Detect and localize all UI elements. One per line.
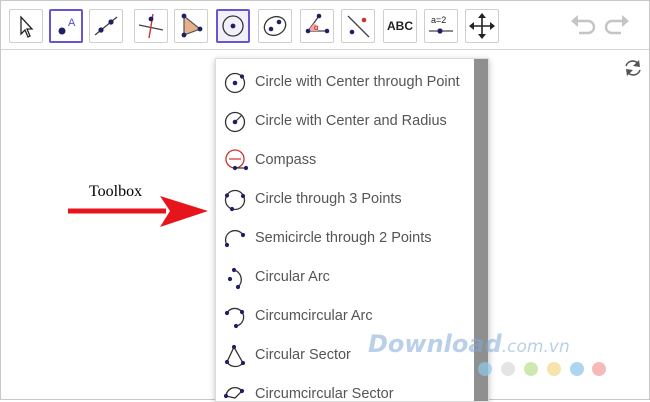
menu-item-circumcircular-sector[interactable]: Circumcircular Sector (216, 375, 474, 401)
menu-item-circle-center-point[interactable]: Circle with Center through Point (216, 63, 474, 102)
ellipse-icon (263, 15, 287, 37)
move-graphics-view-tool[interactable] (465, 9, 499, 43)
point-tool[interactable]: A (49, 9, 83, 43)
compass-icon (225, 149, 248, 171)
move-tool[interactable] (9, 9, 43, 43)
semicircle-icon (224, 229, 246, 248)
arrow-pointer-icon (20, 15, 34, 38)
line-tool[interactable] (89, 9, 123, 43)
watermark-suffix: .com.vn (501, 337, 570, 357)
circumcircular-sector-icon (223, 387, 245, 399)
toolbar: A α ABC a=2 (1, 1, 649, 50)
circle-three-points-icon (224, 189, 246, 212)
line-through-points-icon (94, 16, 118, 36)
menu-item-label: Circle through 3 Points (255, 191, 402, 207)
menu-item-circular-arc[interactable]: Circular Arc (216, 258, 474, 297)
circle-center-radius-icon (224, 111, 246, 133)
menu-item-circle-three-points[interactable]: Circle through 3 Points (216, 180, 474, 219)
angle-tool[interactable]: α (300, 9, 334, 43)
watermark-brand: Download (368, 330, 502, 358)
ellipse-tool[interactable] (258, 9, 292, 43)
undo-icon (571, 15, 596, 35)
angle-icon: α (305, 13, 330, 34)
watermark-dots (478, 362, 606, 376)
redo-icon (604, 15, 629, 35)
menu-item-label: Circular Arc (255, 269, 330, 285)
menu-item-label: Circular Sector (255, 347, 351, 363)
menu-item-compass[interactable]: Compass (216, 141, 474, 180)
svg-text:a=2: a=2 (431, 15, 446, 25)
circle-center-point-tool[interactable] (216, 9, 250, 43)
menu-item-circle-center-radius[interactable]: Circle with Center and Radius (216, 102, 474, 141)
red-arrow-icon (68, 196, 208, 227)
watermark-logo: Download.com.vn (368, 330, 570, 358)
menu-item-label: Circumcircular Arc (255, 308, 373, 324)
refresh-button[interactable] (622, 57, 644, 79)
menu-item-semicircle[interactable]: Semicircle through 2 Points (216, 219, 474, 258)
move-arrows-icon (469, 13, 495, 39)
circular-sector-icon (224, 344, 246, 368)
menu-item-label: Circle with Center through Point (255, 74, 460, 90)
point-a-icon: A (58, 17, 76, 35)
refresh-icon (625, 60, 641, 76)
reflect-tool[interactable] (341, 9, 375, 43)
circle-center-point-icon (224, 72, 246, 94)
slider-tool[interactable]: a=2 (424, 9, 458, 43)
perpendicular-line-tool[interactable] (134, 9, 168, 43)
perpendicular-line-icon (138, 13, 164, 39)
redo-button[interactable] (603, 11, 633, 41)
undo-button[interactable] (567, 11, 597, 41)
svg-text:A: A (68, 17, 76, 29)
svg-text:α: α (314, 23, 319, 32)
menu-item-label: Compass (255, 152, 317, 168)
text-icon: ABC (387, 19, 413, 33)
circle-center-point-icon (222, 15, 244, 37)
menu-item-label: Semicircle through 2 Points (255, 230, 432, 246)
polygon-icon (181, 13, 203, 38)
menu-item-label: Circle with Center and Radius (255, 113, 447, 129)
polygon-tool[interactable] (174, 9, 208, 43)
reflect-about-line-icon (347, 15, 370, 38)
slider-icon: a=2 (429, 15, 453, 34)
circumcircular-arc-icon (224, 307, 245, 329)
text-tool[interactable]: ABC (383, 9, 417, 43)
circular-arc-icon (227, 267, 242, 290)
